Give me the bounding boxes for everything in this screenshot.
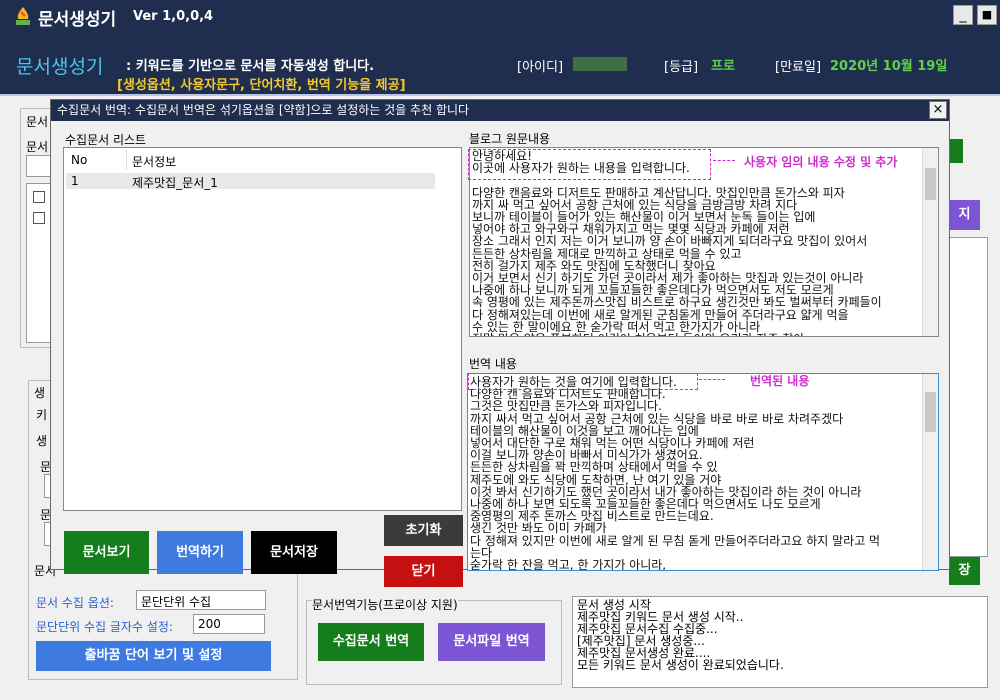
window-titlebar: 문서생성기 Ver 1,0,0,4 _ ■	[0, 0, 1000, 32]
scroll-thumb[interactable]	[925, 392, 936, 432]
collect-option-select[interactable]: 문단단위 수집	[136, 590, 266, 610]
document-list[interactable]: No 문서정보 1 제주맛집_문서_1	[63, 147, 462, 511]
annotation-translated: 번역된 내용	[750, 374, 810, 388]
keyword-input[interactable]	[26, 155, 52, 177]
para-length-label: 문단단위 수집 글자수 설정:	[36, 620, 173, 634]
original-content-label: 블로그 원문내용	[469, 132, 551, 146]
grade-label: [등급]	[664, 60, 699, 75]
para-length-input[interactable]: 200	[193, 614, 265, 634]
translated-content-textarea[interactable]: 사용자가 원하는 것을 여기에 입력합니다. 다양한 캔 음료와 디저트도 판매…	[467, 373, 939, 571]
annotation-user-edit: 사용자 임의 내용 수정 및 추가	[744, 155, 898, 169]
synonym-settings-button[interactable]: 출바꿈 단어 보기 및 설정	[36, 641, 271, 671]
bg-right-panel	[949, 237, 988, 557]
translate-group-label: 문서번역기능(프로이상 지원)	[312, 596, 458, 613]
column-header-no[interactable]: No	[71, 153, 87, 167]
header-description: : 키워드를 기반으로 문서를 자동생성 합니다.	[126, 59, 375, 74]
translated-content-label: 번역 내용	[469, 357, 517, 371]
user-id-redacted	[573, 57, 627, 71]
bg-label-5: 생	[36, 434, 48, 448]
expire-value: 2020년 10월 19일	[830, 59, 948, 74]
log-lines: 문서 생성 시작 제주맛집 키워드 문서 생성 시작.. 제주맛집 문서수집 수집중…	[577, 599, 983, 671]
translated-highlight	[468, 373, 698, 390]
bg-save-button[interactable]: 장	[949, 557, 980, 585]
expire-label: [만료일]	[775, 60, 822, 75]
row-info: 제주맛집_문서_1	[132, 176, 218, 190]
dialog-titlebar: 수집문서 번역: 수집문서 번역은 섞기옵션을 [약함]으로 설정하는 것을 추…	[51, 100, 949, 121]
keyword-checkbox[interactable]	[33, 212, 45, 224]
bg-label-2: 문서	[26, 140, 49, 154]
dialog-close-button[interactable]: ×	[929, 101, 947, 119]
dialog-title: 수집문서 번역: 수집문서 번역은 섞기옵션을 [약함]으로 설정하는 것을 추…	[57, 103, 470, 117]
app-title: 문서생성기	[38, 10, 117, 30]
collect-option-label: 문서 수집 옵션:	[36, 596, 114, 610]
list-header: No 문서정보	[64, 148, 461, 172]
log-box: 문서 생성 시작 제주맛집 키워드 문서 생성 시작.. 제주맛집 문서수집 수집중…	[572, 596, 988, 688]
translated-scrollbar[interactable]	[922, 374, 938, 570]
original-scrollbar[interactable]	[922, 148, 938, 336]
keyword-checkbox[interactable]	[33, 191, 45, 203]
column-header-info[interactable]: 문서정보	[132, 153, 176, 170]
header-app-name: 문서생성기	[16, 56, 104, 78]
close-button[interactable]: 닫기	[384, 556, 463, 587]
translated-text: 사용자가 원하는 것을 여기에 입력합니다. 다양한 캔 음료와 디저트도 판매…	[470, 375, 881, 571]
log-line: 모든 키워드 문서 생성이 완료되었습니다.	[577, 658, 784, 672]
document-list-label: 수집문서 리스트	[65, 133, 147, 147]
bg-purple-button[interactable]: 지	[949, 200, 980, 230]
reset-button[interactable]: 초기화	[384, 515, 463, 546]
app-logo-icon	[16, 7, 30, 25]
scroll-thumb[interactable]	[925, 168, 936, 200]
bg-label-1: 문서	[26, 115, 49, 129]
collect-translate-button[interactable]: 수집문서 번역	[318, 623, 424, 661]
close-window-button[interactable]: ■	[977, 5, 997, 25]
bg-green-button[interactable]	[949, 139, 963, 163]
table-row[interactable]: 1 제주맛집_문서_1	[66, 173, 435, 190]
grade-value: 프로	[711, 59, 735, 74]
view-document-button[interactable]: 문서보기	[64, 531, 149, 574]
translate-button[interactable]: 번역하기	[157, 531, 243, 574]
annotation-arrow	[699, 379, 725, 380]
bg-label-4: 키	[36, 408, 48, 422]
header-features: [생성옵션, 사용자문구, 단어치환, 번역 기능을 제공]	[117, 78, 406, 93]
user-id-label: [아이디]	[517, 60, 564, 75]
save-document-button[interactable]: 문서저장	[251, 531, 337, 574]
annotation-arrow	[713, 160, 735, 161]
user-edit-highlight	[468, 149, 711, 180]
keyword-list[interactable]	[26, 183, 52, 343]
bg-label-3: 생	[34, 386, 46, 400]
file-translate-button[interactable]: 문서파일 번역	[438, 623, 545, 661]
app-version: Ver 1,0,0,4	[133, 9, 214, 24]
column-divider	[126, 150, 127, 170]
translate-dialog: 수집문서 번역: 수집문서 번역은 섞기옵션을 [약함]으로 설정하는 것을 추…	[50, 99, 950, 587]
minimize-button[interactable]: _	[953, 5, 973, 25]
row-no: 1	[71, 174, 79, 188]
